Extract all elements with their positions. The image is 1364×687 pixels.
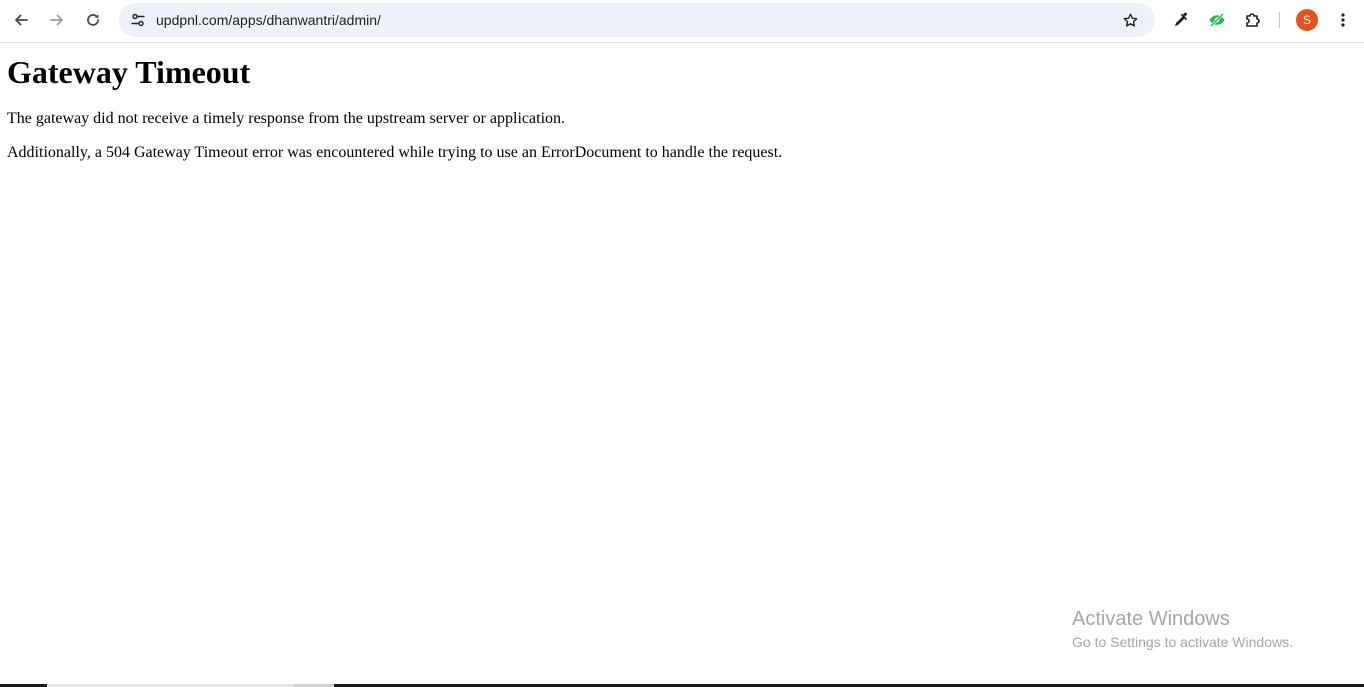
tune-icon	[131, 13, 145, 27]
watermark-subtitle: Go to Settings to activate Windows.	[1072, 634, 1293, 650]
watermark-title: Activate Windows	[1072, 608, 1230, 630]
arrow-right-icon	[50, 14, 63, 26]
url-text[interactable]: updpnl.com/apps/dhanwantri/admin/	[156, 12, 381, 28]
arrow-left-icon	[15, 14, 28, 26]
kebab-menu-icon	[1341, 13, 1345, 27]
star-icon	[1123, 13, 1137, 27]
profile-avatar[interactable]: S	[1296, 9, 1318, 31]
site-info-button[interactable]	[123, 5, 153, 35]
error-detail: Additionally, a 504 Gateway Timeout erro…	[7, 144, 783, 161]
browser-menu-button[interactable]	[1328, 5, 1358, 35]
eyedropper-icon	[1175, 12, 1187, 26]
page-title: Gateway Timeout	[7, 54, 251, 90]
forward-button[interactable]	[42, 5, 72, 35]
back-button[interactable]	[6, 5, 36, 35]
page-content: Gateway Timeout The gateway did not rece…	[7, 44, 1347, 163]
browser-toolbar: updpnl.com/apps/dhanwantri/admin/ S	[0, 0, 1364, 43]
toolbar-divider	[1279, 12, 1280, 28]
eye-slash-extension-button[interactable]	[1202, 5, 1232, 35]
bookmark-button[interactable]	[1115, 5, 1145, 35]
error-message: The gateway did not receive a timely res…	[7, 110, 566, 127]
extensions-button[interactable]	[1238, 5, 1268, 35]
eyedropper-extension-button[interactable]	[1166, 5, 1196, 35]
address-bar[interactable]: updpnl.com/apps/dhanwantri/admin/	[119, 3, 1155, 37]
activate-windows-watermark: Activate Windows Go to Settings to activ…	[1072, 607, 1293, 653]
eye-slash-icon	[1209, 13, 1225, 27]
reload-button[interactable]	[78, 5, 108, 35]
reload-icon	[87, 14, 99, 26]
puzzle-icon	[1246, 13, 1260, 27]
